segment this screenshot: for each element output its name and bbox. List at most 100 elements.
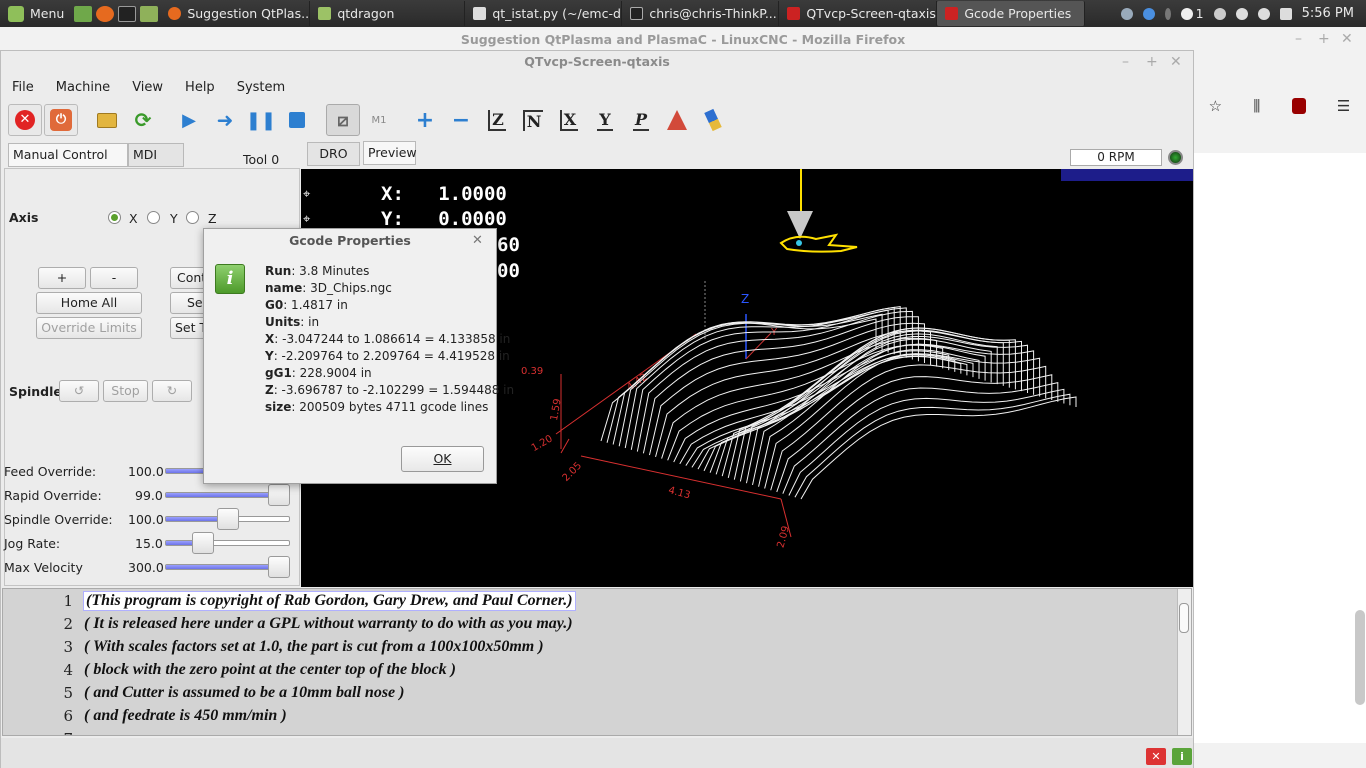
ff-close-icon[interactable]: ✕ bbox=[1341, 31, 1353, 47]
max-velocity-slider[interactable] bbox=[165, 556, 291, 578]
ok-button[interactable]: OK bbox=[401, 446, 484, 472]
task-terminal[interactable]: chris@chris-ThinkP... bbox=[622, 1, 780, 26]
task-qt-istat[interactable]: qt_istat.py (~/emc-d... bbox=[465, 1, 623, 26]
files-launcher-icon[interactable] bbox=[140, 5, 159, 22]
axis-x-radio[interactable] bbox=[108, 211, 121, 224]
bluetooth-off-icon[interactable] bbox=[1164, 7, 1171, 20]
zoom-in-button[interactable]: + bbox=[408, 104, 442, 136]
zoom-out-button[interactable]: − bbox=[444, 104, 478, 136]
minimize-icon[interactable]: – bbox=[1122, 54, 1129, 70]
stop-button[interactable] bbox=[280, 104, 314, 136]
menu-system[interactable]: System bbox=[237, 80, 285, 95]
error-log-icon[interactable]: ✕ bbox=[1146, 748, 1166, 765]
jog-plus-button[interactable]: + bbox=[38, 267, 86, 289]
line-text[interactable]: ( It is released here under a GPL withou… bbox=[84, 615, 573, 633]
axis-z-radio[interactable] bbox=[186, 211, 199, 224]
spindle-stop-button[interactable]: Stop bbox=[103, 380, 148, 402]
optional-stop-button[interactable]: M1 bbox=[362, 104, 396, 136]
editor-line[interactable]: 6 ( and feedrate is 450 mm/min ) bbox=[3, 704, 1178, 727]
tab-preview[interactable]: Preview bbox=[363, 141, 417, 165]
jog-rate-slider[interactable] bbox=[165, 532, 290, 554]
run-button[interactable]: ▶ bbox=[172, 104, 206, 136]
tab-manual-control[interactable]: Manual Control [F3] bbox=[8, 143, 128, 184]
hamburger-menu-icon[interactable]: ☰ bbox=[1337, 97, 1350, 115]
tab-dro[interactable]: DRO bbox=[307, 142, 360, 166]
spindle-cw-button[interactable]: ↻ bbox=[152, 380, 192, 402]
jog-minus-button[interactable]: - bbox=[90, 267, 138, 289]
firefox-scrollbar[interactable] bbox=[1355, 610, 1365, 705]
prop-key: gG1 bbox=[265, 366, 292, 380]
ff-maximize-icon[interactable]: + bbox=[1318, 31, 1330, 47]
bluetooth-icon[interactable] bbox=[1142, 7, 1155, 20]
ff-minimize-icon[interactable]: – bbox=[1295, 31, 1302, 47]
clock[interactable]: 5:56 PM bbox=[1302, 6, 1354, 21]
view-z2-button[interactable]: N bbox=[516, 104, 550, 136]
notification-area[interactable]: 1 bbox=[1180, 6, 1204, 21]
prop-gg1: gG1: 228.9004 in bbox=[265, 366, 372, 380]
estop-button[interactable]: ✕ bbox=[8, 104, 42, 136]
line-text[interactable]: (This program is copyright of Rab Gordon… bbox=[83, 590, 576, 611]
editor-scroll-thumb[interactable] bbox=[1179, 603, 1189, 633]
step-button[interactable]: ➜ bbox=[208, 104, 242, 136]
star-icon[interactable]: ☆ bbox=[1209, 97, 1222, 115]
battery-icon[interactable] bbox=[1279, 7, 1292, 20]
editor-line[interactable]: 7 bbox=[3, 727, 1178, 736]
slider-handle[interactable] bbox=[268, 556, 291, 578]
editor-line[interactable]: 2 ( It is released here under a GPL with… bbox=[3, 612, 1178, 635]
view-y-button[interactable]: Y bbox=[588, 104, 622, 136]
line-text[interactable]: ( and Cutter is assumed to be a 10mm bal… bbox=[84, 684, 404, 702]
view-p-button[interactable]: P bbox=[624, 104, 658, 136]
line-text[interactable]: ( and feedrate is 450 mm/min ) bbox=[84, 707, 287, 725]
volume-icon[interactable] bbox=[1257, 7, 1270, 20]
view-z-button[interactable]: Z bbox=[480, 104, 514, 136]
override-limits-button[interactable]: Override Limits bbox=[36, 317, 142, 339]
view-x-button[interactable]: X bbox=[552, 104, 586, 136]
spindle-ccw-button[interactable]: ↺ bbox=[59, 380, 99, 402]
editor-line[interactable]: 4 ( block with the zero point at the cen… bbox=[3, 658, 1178, 681]
library-icon[interactable]: ⫼ bbox=[1253, 97, 1260, 115]
ublock-icon[interactable] bbox=[1291, 98, 1306, 114]
spindle-override-slider[interactable] bbox=[165, 508, 290, 530]
shield-icon[interactable] bbox=[1120, 7, 1133, 20]
editor-line[interactable]: 5 ( and Cutter is assumed to be a 10mm b… bbox=[3, 681, 1178, 704]
start-menu-button[interactable]: Menu bbox=[0, 0, 72, 27]
task-suggestion-qtplasma[interactable]: Suggestion QtPlas... bbox=[160, 1, 311, 26]
pause-button[interactable]: ❚❚ bbox=[244, 104, 278, 136]
clear-plot-button[interactable] bbox=[660, 104, 694, 136]
task-gcode-properties[interactable]: Gcode Properties bbox=[937, 1, 1086, 26]
task-qtvcp-screen[interactable]: QTvcp-Screen-qtaxis bbox=[779, 1, 938, 26]
stop-icon bbox=[289, 112, 305, 128]
gcode-editor[interactable]: 1 (This program is copyright of Rab Gord… bbox=[2, 588, 1192, 736]
maximize-icon[interactable]: + bbox=[1146, 54, 1158, 70]
slider-handle[interactable] bbox=[216, 508, 239, 530]
menu-machine[interactable]: Machine bbox=[56, 80, 110, 95]
slider-handle[interactable] bbox=[268, 484, 291, 506]
firefox-launcher-icon[interactable] bbox=[96, 5, 115, 22]
user-icon[interactable] bbox=[1213, 7, 1226, 20]
open-file-button[interactable] bbox=[90, 104, 124, 136]
task-qtdragon[interactable]: qtdragon bbox=[310, 1, 466, 26]
tab-mdi[interactable]: MDI [F5] bbox=[128, 143, 184, 184]
axis-y-radio[interactable] bbox=[147, 211, 160, 224]
show-desktop-icon[interactable] bbox=[74, 5, 93, 22]
rapid-override-slider[interactable] bbox=[165, 484, 291, 506]
jog-rate-value: 15.0 bbox=[135, 536, 163, 551]
info-log-icon[interactable]: i bbox=[1172, 748, 1192, 765]
terminal-launcher-icon[interactable] bbox=[118, 5, 137, 22]
reload-button[interactable]: ⟳ bbox=[126, 104, 160, 136]
menu-file[interactable]: File bbox=[12, 80, 34, 95]
power-button[interactable]: ⏻ bbox=[44, 104, 78, 136]
clear-live-plot-button[interactable] bbox=[696, 104, 730, 136]
slider-handle[interactable] bbox=[191, 532, 214, 554]
close-icon[interactable]: ✕ bbox=[1170, 54, 1182, 70]
dialog-close-icon[interactable]: ✕ bbox=[472, 233, 483, 248]
home-all-button[interactable]: Home All bbox=[36, 292, 142, 314]
line-text[interactable]: ( With scales factors set at 1.0, the pa… bbox=[84, 638, 544, 656]
wifi-icon[interactable] bbox=[1235, 7, 1248, 20]
line-text[interactable]: ( block with the zero point at the cente… bbox=[84, 661, 456, 679]
editor-line[interactable]: 1 (This program is copyright of Rab Gord… bbox=[3, 589, 1178, 612]
editor-line[interactable]: 3 ( With scales factors set at 1.0, the … bbox=[3, 635, 1178, 658]
block-delete-button[interactable]: ⧄ bbox=[326, 104, 360, 136]
menu-view[interactable]: View bbox=[132, 80, 163, 95]
menu-help[interactable]: Help bbox=[185, 80, 215, 95]
